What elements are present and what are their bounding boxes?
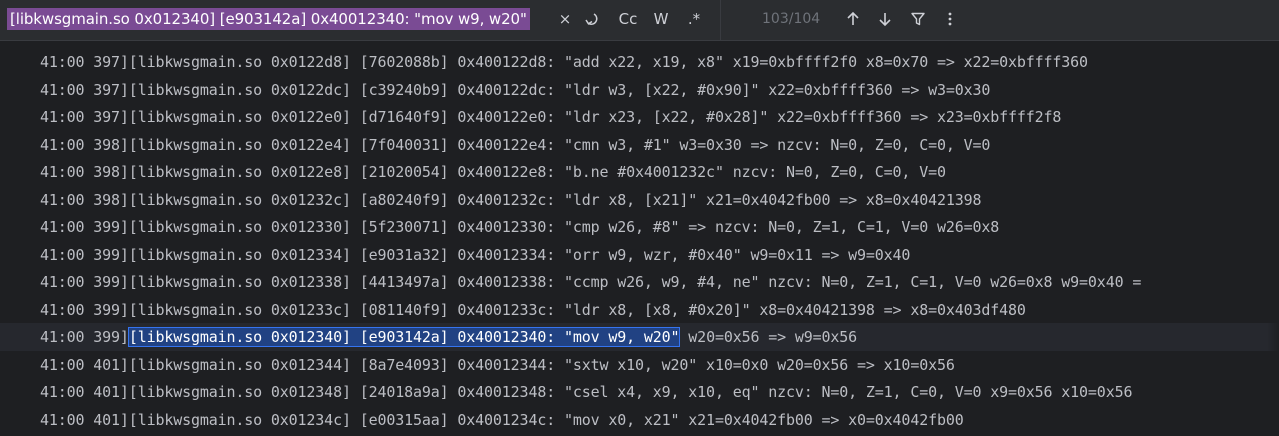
log-line-prefix: 41:00 398][libkwsgmain.so 0x0122e8] [210… (40, 163, 946, 181)
log-line-prefix: 41:00 398][libkwsgmain.so 0x0122e4] [7f0… (40, 135, 991, 154)
overflow-fade (1267, 323, 1279, 351)
overflow-fade (1267, 378, 1279, 406)
log-line: 41:00 397][libkwsgmain.so 0x0122d8] [760… (0, 48, 1279, 76)
replace-toggle-icon[interactable] (580, 6, 604, 32)
overflow-fade (1267, 48, 1279, 76)
arrow-down-icon (879, 13, 891, 27)
match-case-button[interactable]: Cc (614, 6, 642, 32)
overflow-fade (1267, 185, 1279, 214)
previous-match-button[interactable] (840, 6, 866, 32)
trace-log[interactable]: 41:00 397][libkwsgmain.so 0x0122d8] [760… (0, 41, 1279, 436)
log-line: 41:00 401][libkwsgmain.so 0x01234c] [e00… (0, 405, 1279, 434)
log-line-prefix: 41:00 401][libkwsgmain.so 0x01234c] [e00… (40, 410, 964, 429)
log-line: 41:00 399][libkwsgmain.so 0x012338] [441… (0, 268, 1279, 296)
log-line: 41:00 398][libkwsgmain.so 0x0122e4] [7f0… (0, 130, 1279, 159)
log-line: 41:00 397][libkwsgmain.so 0x0122e0] [d71… (0, 103, 1279, 131)
log-line-text: 41:00 401][libkwsgmain.so 0x012348] [240… (40, 378, 1132, 406)
overflow-fade (1267, 213, 1279, 241)
log-line: 41:00 399][libkwsgmain.so 0x01233c] [081… (0, 295, 1279, 324)
clear-search-icon[interactable]: × (555, 6, 575, 32)
overflow-fade (1267, 350, 1279, 379)
overflow-fade (1267, 130, 1279, 159)
log-line-prefix: 41:00 401][libkwsgmain.so 0x012344] [8a7… (40, 355, 955, 374)
log-line-text: 41:00 399][libkwsgmain.so 0x012330] [5f2… (40, 213, 999, 241)
arrow-up-icon (847, 11, 859, 25)
more-options-button[interactable] (938, 6, 962, 32)
log-line: 41:00 398][libkwsgmain.so 0x01232c] [a80… (0, 185, 1279, 214)
log-line-text: 41:00 399][libkwsgmain.so 0x012338] [441… (40, 268, 1141, 296)
regex-button[interactable]: .* (680, 6, 708, 32)
log-line-prefix: 41:00 399][libkwsgmain.so 0x012338] [441… (40, 273, 1142, 291)
log-line-prefix: 41:00 399][libkwsgmain.so 0x012334] [e90… (40, 245, 911, 264)
log-line: 41:00 399][libkwsgmain.so 0x012330] [5f2… (0, 213, 1279, 241)
overflow-fade (1267, 405, 1279, 434)
find-bar: [libkwsgmain.so 0x012340] [e903142a] 0x4… (0, 0, 1279, 41)
log-line-text: 41:00 397][libkwsgmain.so 0x0122d8] [760… (40, 48, 1088, 76)
overflow-fade (1267, 268, 1279, 296)
whole-words-button[interactable]: W (648, 6, 674, 32)
log-line: 41:00 401][libkwsgmain.so 0x012344] [8a7… (0, 350, 1279, 379)
log-line-prefix: 41:00 398][libkwsgmain.so 0x01232c] [a80… (40, 190, 982, 209)
log-line-prefix: 41:00 399][libkwsgmain.so 0x01233c] [081… (40, 300, 1026, 319)
log-line-current: 41:00 399][libkwsgmain.so 0x012340] [e90… (0, 323, 1279, 351)
log-line-text: 41:00 398][libkwsgmain.so 0x0122e8] [210… (40, 158, 946, 186)
log-line-prefix: 41:00 397][libkwsgmain.so 0x0122e0] [d71… (40, 108, 1062, 126)
search-match-highlight: [libkwsgmain.so 0x012340] [e903142a] 0x4… (127, 327, 681, 347)
overflow-fade (1267, 295, 1279, 324)
log-line-text: 41:00 401][libkwsgmain.so 0x012344] [8a7… (40, 351, 955, 379)
filter-icon (911, 12, 925, 26)
log-line-text: 41:00 399][libkwsgmain.so 0x012334] [e90… (40, 241, 910, 269)
log-line-prefix: 41:00 401][libkwsgmain.so 0x012348] [240… (40, 383, 1133, 401)
log-line-text: 41:00 399][libkwsgmain.so 0x01233c] [081… (40, 296, 1026, 324)
log-line-suffix: w20=0x56 => w9=0x56 (679, 328, 858, 346)
overflow-fade (1267, 240, 1279, 269)
log-line-prefix: 41:00 399] (40, 328, 129, 346)
next-match-button[interactable] (872, 6, 898, 32)
search-query-input[interactable]: [libkwsgmain.so 0x012340] [e903142a] 0x4… (7, 8, 530, 30)
log-line-prefix: 41:00 399][libkwsgmain.so 0x012330] [5f2… (40, 218, 1000, 236)
overflow-fade (1267, 103, 1279, 131)
log-line-prefix: 41:00 397][libkwsgmain.so 0x0122dc] [c39… (40, 80, 991, 99)
log-line: 41:00 397][libkwsgmain.so 0x0122dc] [c39… (0, 75, 1279, 104)
log-line-text: 41:00 398][libkwsgmain.so 0x01232c] [a80… (40, 186, 982, 214)
overflow-fade (1267, 75, 1279, 104)
log-line-prefix: 41:00 397][libkwsgmain.so 0x0122d8] [760… (40, 53, 1088, 71)
log-line-text: 41:00 401][libkwsgmain.so 0x01234c] [e00… (40, 406, 964, 434)
return-arrow-icon (585, 13, 598, 25)
log-line-text: 41:00 399][libkwsgmain.so 0x012340] [e90… (40, 323, 857, 351)
match-counter: 103/104 (762, 11, 821, 27)
toolbar-divider (720, 0, 721, 41)
overflow-fade (1267, 158, 1279, 186)
filter-button[interactable] (905, 6, 931, 32)
log-line-text: 41:00 397][libkwsgmain.so 0x0122dc] [c39… (40, 76, 990, 104)
log-line: 41:00 398][libkwsgmain.so 0x0122e8] [210… (0, 158, 1279, 186)
log-line: 41:00 399][libkwsgmain.so 0x012334] [e90… (0, 240, 1279, 269)
more-vertical-icon (948, 12, 952, 26)
log-line-text: 41:00 397][libkwsgmain.so 0x0122e0] [d71… (40, 103, 1061, 131)
log-line-text: 41:00 398][libkwsgmain.so 0x0122e4] [7f0… (40, 131, 990, 159)
log-line: 41:00 401][libkwsgmain.so 0x012348] [240… (0, 378, 1279, 406)
